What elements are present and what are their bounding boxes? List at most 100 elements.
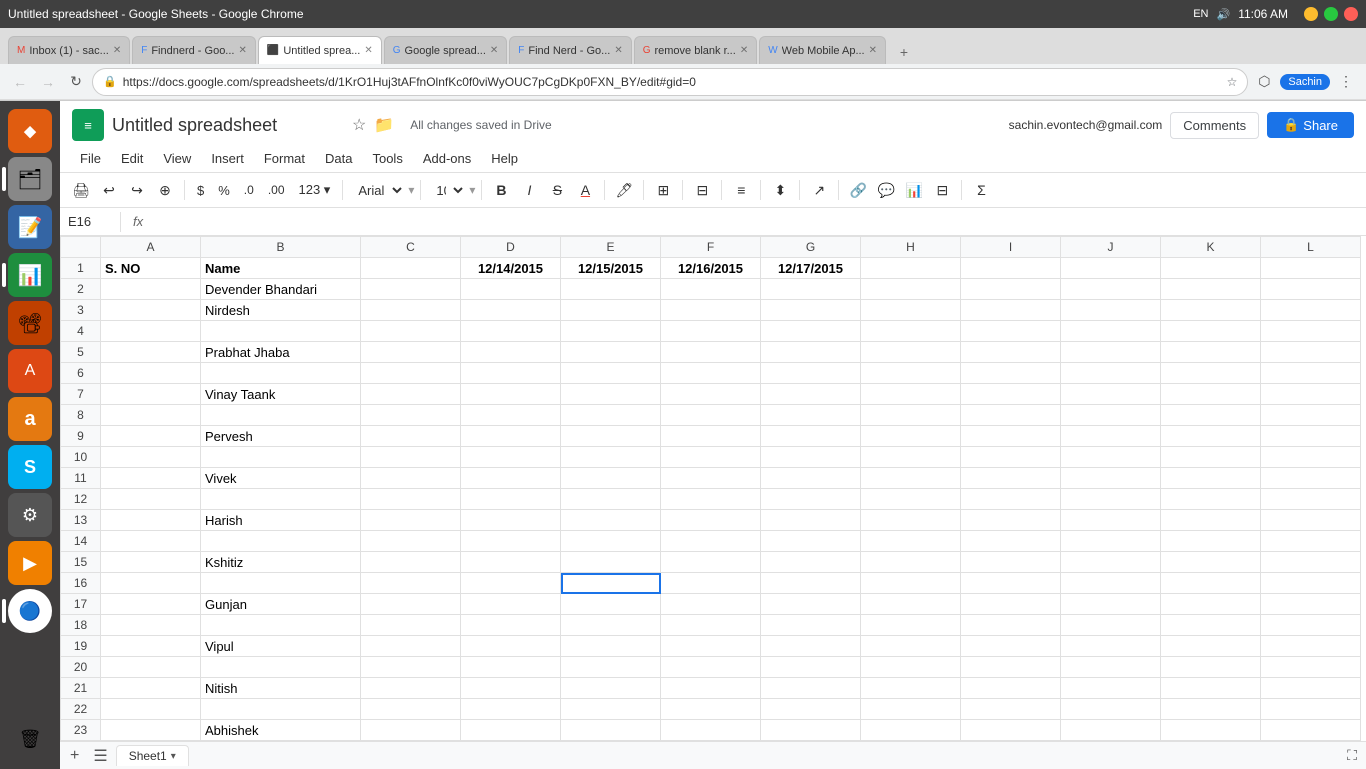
tab-gmail[interactable]: M Inbox (1) - sac... ✕ xyxy=(8,36,130,64)
cell-F2[interactable] xyxy=(661,279,761,300)
cell-I19[interactable] xyxy=(961,636,1061,657)
formula-input[interactable] xyxy=(151,214,1358,229)
dock-calc[interactable]: 📊 xyxy=(8,253,52,297)
cell-J10[interactable] xyxy=(1061,447,1161,468)
cell-F17[interactable] xyxy=(661,594,761,615)
cell-E20[interactable] xyxy=(561,657,661,678)
new-tab-button[interactable]: + xyxy=(892,40,916,64)
comment-button[interactable]: 💬 xyxy=(873,177,899,203)
share-button[interactable]: 🔒 Share xyxy=(1267,112,1354,138)
maximize-button[interactable] xyxy=(1324,7,1338,21)
cell-E1[interactable]: 12/15/2015 xyxy=(561,258,661,279)
cell-K9[interactable] xyxy=(1161,426,1261,447)
cell-F16[interactable] xyxy=(661,573,761,594)
cell-B2[interactable]: Devender Bhandari xyxy=(201,279,361,300)
dock-settings[interactable]: ⚙ xyxy=(8,493,52,537)
cell-G5[interactable] xyxy=(761,342,861,363)
col-header-k[interactable]: K xyxy=(1161,237,1261,258)
cell-F7[interactable] xyxy=(661,384,761,405)
cell-J21[interactable] xyxy=(1061,678,1161,699)
percent-format-button[interactable]: % xyxy=(212,181,236,200)
paint-format-button[interactable]: ⊕ xyxy=(152,177,178,203)
cell-A22[interactable] xyxy=(101,699,201,720)
cell-H13[interactable] xyxy=(861,510,961,531)
tab-webmobile[interactable]: W Web Mobile Ap... ✕ xyxy=(759,36,886,64)
cell-L15[interactable] xyxy=(1261,552,1361,573)
col-header-l[interactable]: L xyxy=(1261,237,1361,258)
sheets-tab-close[interactable]: ✕ xyxy=(364,45,372,56)
undo-button[interactable]: ↩ xyxy=(96,177,122,203)
sheet-tab-dropdown-icon[interactable]: ▾ xyxy=(171,751,176,762)
cell-J19[interactable] xyxy=(1061,636,1161,657)
sheet-list-button[interactable]: ☰ xyxy=(87,744,113,768)
cell-D15[interactable] xyxy=(461,552,561,573)
cell-E10[interactable] xyxy=(561,447,661,468)
cell-E7[interactable] xyxy=(561,384,661,405)
forward-button[interactable]: → xyxy=(36,70,60,94)
cell-L6[interactable] xyxy=(1261,363,1361,384)
cell-C22[interactable] xyxy=(361,699,461,720)
cell-J23[interactable] xyxy=(1061,720,1161,741)
cell-G19[interactable] xyxy=(761,636,861,657)
cell-A12[interactable] xyxy=(101,489,201,510)
cell-K23[interactable] xyxy=(1161,720,1261,741)
cell-I12[interactable] xyxy=(961,489,1061,510)
cell-D19[interactable] xyxy=(461,636,561,657)
cell-F9[interactable] xyxy=(661,426,761,447)
findnerd2-tab-close[interactable]: ✕ xyxy=(614,45,622,56)
cell-D8[interactable] xyxy=(461,405,561,426)
cell-D9[interactable] xyxy=(461,426,561,447)
cell-F15[interactable] xyxy=(661,552,761,573)
col-header-a[interactable]: A xyxy=(101,237,201,258)
cell-C2[interactable] xyxy=(361,279,461,300)
cell-C16[interactable] xyxy=(361,573,461,594)
cell-J18[interactable] xyxy=(1061,615,1161,636)
document-title[interactable] xyxy=(112,115,344,136)
cell-E8[interactable] xyxy=(561,405,661,426)
row-header-12[interactable]: 12 xyxy=(61,489,101,510)
cell-J6[interactable] xyxy=(1061,363,1161,384)
cell-J13[interactable] xyxy=(1061,510,1161,531)
cell-G12[interactable] xyxy=(761,489,861,510)
chart-button[interactable]: 📊 xyxy=(901,177,927,203)
cell-F22[interactable] xyxy=(661,699,761,720)
cell-L16[interactable] xyxy=(1261,573,1361,594)
cell-A3[interactable] xyxy=(101,300,201,321)
cell-K1[interactable] xyxy=(1161,258,1261,279)
cell-I9[interactable] xyxy=(961,426,1061,447)
row-header-17[interactable]: 17 xyxy=(61,594,101,615)
cell-C13[interactable] xyxy=(361,510,461,531)
cell-J1[interactable] xyxy=(1061,258,1161,279)
cell-G17[interactable] xyxy=(761,594,861,615)
cell-G10[interactable] xyxy=(761,447,861,468)
cell-G8[interactable] xyxy=(761,405,861,426)
row-header-6[interactable]: 6 xyxy=(61,363,101,384)
cell-A1[interactable]: S. NO xyxy=(101,258,201,279)
link-button[interactable]: 🔗 xyxy=(845,177,871,203)
row-header-15[interactable]: 15 xyxy=(61,552,101,573)
cell-G2[interactable] xyxy=(761,279,861,300)
row-header-22[interactable]: 22 xyxy=(61,699,101,720)
cell-H11[interactable] xyxy=(861,468,961,489)
cell-C10[interactable] xyxy=(361,447,461,468)
cell-B8[interactable] xyxy=(201,405,361,426)
cell-L14[interactable] xyxy=(1261,531,1361,552)
cell-E3[interactable] xyxy=(561,300,661,321)
cell-K6[interactable] xyxy=(1161,363,1261,384)
cell-A13[interactable] xyxy=(101,510,201,531)
cell-B12[interactable] xyxy=(201,489,361,510)
cell-D17[interactable] xyxy=(461,594,561,615)
cell-B19[interactable]: Vipul xyxy=(201,636,361,657)
row-header-7[interactable]: 7 xyxy=(61,384,101,405)
cell-K5[interactable] xyxy=(1161,342,1261,363)
cell-I4[interactable] xyxy=(961,321,1061,342)
cell-C5[interactable] xyxy=(361,342,461,363)
cell-K8[interactable] xyxy=(1161,405,1261,426)
cell-C19[interactable] xyxy=(361,636,461,657)
cell-K4[interactable] xyxy=(1161,321,1261,342)
row-header-3[interactable]: 3 xyxy=(61,300,101,321)
cell-I15[interactable] xyxy=(961,552,1061,573)
user-account-button[interactable]: Sachin xyxy=(1280,74,1330,90)
decimal-0-button[interactable]: .0 xyxy=(238,181,260,199)
cell-I23[interactable] xyxy=(961,720,1061,741)
